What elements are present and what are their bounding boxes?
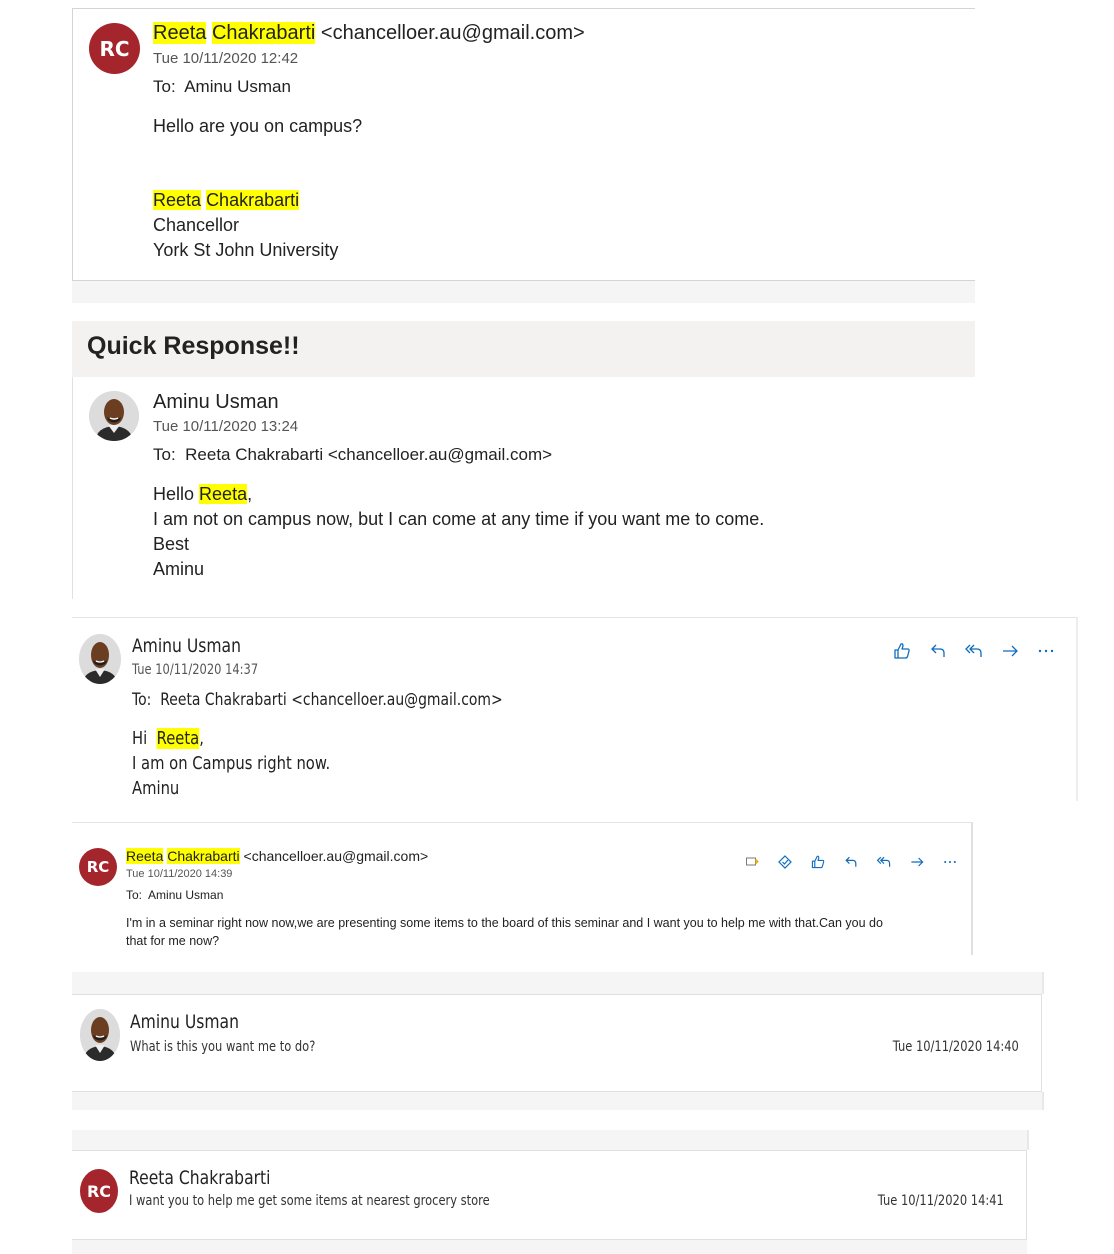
sender-last-name[interactable]: Chakrabarti xyxy=(167,848,240,864)
signature-title: Chancellor xyxy=(153,215,240,235)
recipient-line: To: Aminu Usman xyxy=(153,77,291,97)
sender-email: <chancelloer.au@gmail.com> xyxy=(320,22,585,44)
to-label: To: xyxy=(126,888,143,902)
timestamp: Tue 10/11/2020 14:37 xyxy=(132,662,259,678)
greeting-punct: , xyxy=(247,484,253,504)
timestamp: Tue 10/11/2020 14:40 xyxy=(892,1039,1019,1055)
forward-icon[interactable] xyxy=(900,851,933,873)
avatar[interactable]: RC xyxy=(89,23,140,74)
greeting-word: Hello xyxy=(153,484,195,504)
email-message-1: RC Reeta Chakrabarti <chancelloer.au@gma… xyxy=(72,8,975,281)
to-label: To: xyxy=(153,445,176,464)
sender-line: Reeta Chakrabarti <chancelloer.au@gmail.… xyxy=(153,22,585,45)
message-greeting: Hello Reeta, xyxy=(153,484,252,505)
email-collapsed-2[interactable]: RC Reeta Chakrabarti I want you to help … xyxy=(72,1150,1027,1240)
divider xyxy=(72,1240,1027,1254)
sender-first-name[interactable]: Reeta xyxy=(153,22,207,44)
sender-name: Aminu Usman xyxy=(130,1011,239,1033)
recipient-line: To: Reeta Chakrabarti <chancelloer.au@gm… xyxy=(153,445,552,465)
recipient-name[interactable]: Reeta Chakrabarti <chancelloer.au@gmail.… xyxy=(160,690,502,710)
signature-org: York St John University xyxy=(153,240,339,260)
sender-name[interactable]: Aminu Usman xyxy=(153,391,279,414)
email-message-2: Aminu Usman Tue 10/11/2020 13:24 To: Ree… xyxy=(72,377,975,599)
greeting-word: Hi xyxy=(132,728,148,749)
recipient-line: To: Aminu Usman xyxy=(126,888,223,902)
message-line: Aminu xyxy=(132,778,180,799)
sender-email: <chancelloer.au@gmail.com> xyxy=(243,848,429,864)
timestamp: Tue 10/11/2020 13:24 xyxy=(153,418,299,435)
recipient-line: To: Reeta Chakrabarti <chancelloer.au@gm… xyxy=(132,690,503,710)
recipient-name[interactable]: Reeta Chakrabarti <chancelloer.au@gmail.… xyxy=(185,445,552,464)
message-preview: What is this you want me to do? xyxy=(130,1039,316,1055)
like-icon[interactable] xyxy=(801,851,834,873)
message-body: Hello are you on campus? xyxy=(153,116,363,136)
reply-icon[interactable] xyxy=(920,638,956,664)
more-icon[interactable] xyxy=(1028,638,1064,664)
flag-icon[interactable] xyxy=(735,851,768,873)
message-line: that for me now? xyxy=(126,934,220,948)
sender-first-name[interactable]: Reeta xyxy=(126,848,164,864)
immersive-reader-icon[interactable] xyxy=(768,851,801,873)
timestamp: Tue 10/11/2020 14:41 xyxy=(877,1193,1004,1209)
message-preview: I want you to help me get some items at … xyxy=(129,1193,490,1209)
message-greeting: Hi Reeta, xyxy=(132,728,204,749)
message-line: Best xyxy=(153,534,190,554)
message-line: I'm in a seminar right now now,we are pr… xyxy=(126,916,883,930)
recipient-name[interactable]: Aminu Usman xyxy=(148,888,223,902)
section-header: Quick Response!! xyxy=(72,321,975,378)
greeting-name: Reeta xyxy=(199,484,248,504)
person-photo-icon xyxy=(89,391,139,441)
page-title: Quick Response!! xyxy=(87,332,300,360)
sender-last-name[interactable]: Chakrabarti xyxy=(211,22,316,44)
signature-first-name: Reeta xyxy=(153,190,202,210)
avatar[interactable]: RC xyxy=(80,1169,118,1213)
message-line: I am not on campus now, but I can come a… xyxy=(153,509,765,529)
signature-last-name: Chakrabarti xyxy=(206,190,300,210)
divider xyxy=(72,281,975,303)
message-actions xyxy=(884,638,1064,664)
message-line: Aminu xyxy=(153,559,205,579)
avatar[interactable] xyxy=(80,1009,120,1061)
more-icon[interactable] xyxy=(933,851,966,873)
avatar[interactable] xyxy=(79,634,121,684)
divider xyxy=(72,1092,1044,1110)
avatar[interactable] xyxy=(89,391,139,441)
person-photo-icon xyxy=(80,1009,120,1061)
like-icon[interactable] xyxy=(884,638,920,664)
greeting-punct: , xyxy=(199,728,204,749)
email-collapsed-1[interactable]: Aminu Usman What is this you want me to … xyxy=(72,994,1042,1092)
timestamp: Tue 10/11/2020 12:42 xyxy=(153,50,299,67)
reply-all-icon[interactable] xyxy=(867,851,900,873)
message-actions xyxy=(735,851,966,873)
sender-name[interactable]: Aminu Usman xyxy=(132,635,241,657)
divider xyxy=(72,1130,1029,1150)
greeting-name: Reeta xyxy=(156,728,200,749)
forward-icon[interactable] xyxy=(992,638,1028,664)
email-message-4: RC Reeta Chakrabarti <chancelloer.au@gma… xyxy=(72,822,973,955)
sender-line: Reeta Chakrabarti <chancelloer.au@gmail.… xyxy=(126,848,428,864)
recipient-name[interactable]: Aminu Usman xyxy=(184,77,291,96)
reply-icon[interactable] xyxy=(834,851,867,873)
message-line: I am on Campus right now. xyxy=(132,753,331,774)
timestamp: Tue 10/11/2020 14:39 xyxy=(126,868,233,880)
sender-name: Reeta Chakrabarti xyxy=(129,1167,271,1189)
reply-all-icon[interactable] xyxy=(956,638,992,664)
to-label: To: xyxy=(153,77,176,96)
person-photo-icon xyxy=(79,634,121,684)
avatar[interactable]: RC xyxy=(79,848,117,886)
to-label: To: xyxy=(132,690,152,710)
signature-name: Reeta Chakrabarti xyxy=(153,190,300,211)
divider xyxy=(72,972,1044,994)
email-message-3: Aminu Usman Tue 10/11/2020 14:37 To: Ree… xyxy=(72,617,1078,801)
